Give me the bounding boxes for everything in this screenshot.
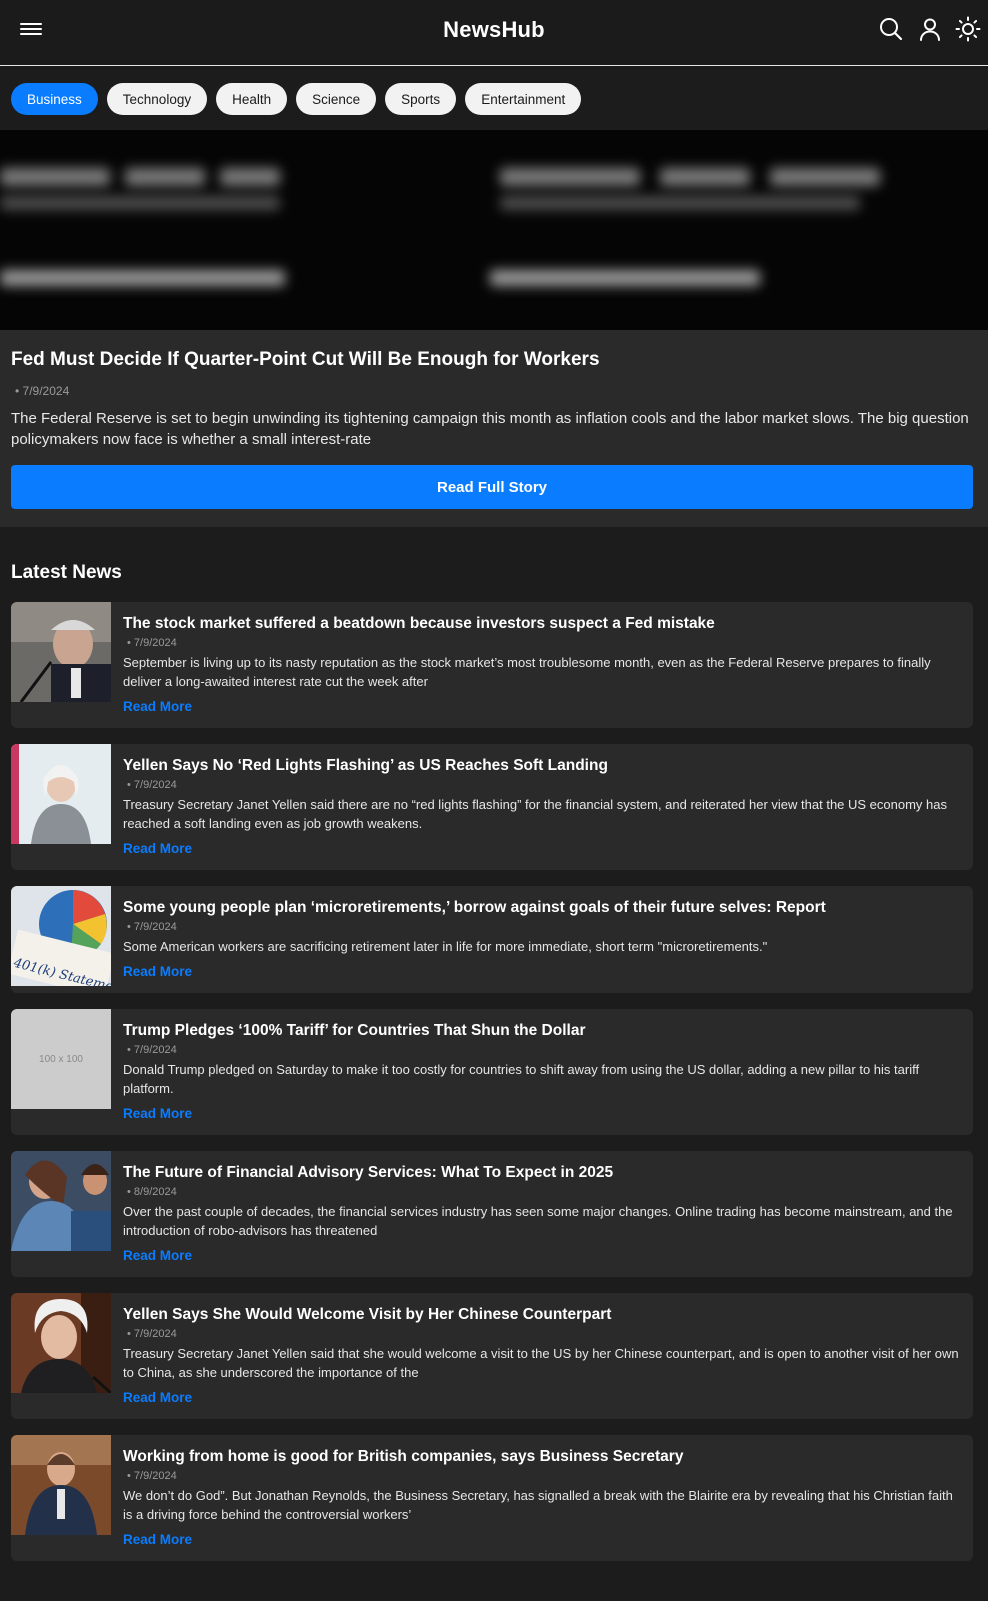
featured-title[interactable]: Fed Must Decide If Quarter-Point Cut Wil…	[11, 349, 600, 371]
tab-technology[interactable]: Technology	[106, 83, 208, 115]
article-thumbnail[interactable]: 401(k) Statement	[11, 886, 111, 986]
article-title[interactable]: Yellen Says No ‘Red Lights Flashing’ as …	[123, 756, 959, 776]
list-item[interactable]: The Future of Financial Advisory Service…	[11, 1151, 973, 1277]
article-description: September is living up to its nasty repu…	[123, 655, 931, 689]
article-description: Treasury Secretary Janet Yellen said the…	[123, 797, 948, 831]
article-thumbnail[interactable]	[11, 602, 111, 702]
article-date: • 7/9/2024	[127, 1044, 177, 1056]
app-header: NewsHub	[0, 0, 988, 66]
tab-business[interactable]: Business	[11, 83, 98, 115]
article-date: • 7/9/2024	[127, 1328, 177, 1340]
latest-news-heading: Latest News	[11, 562, 122, 583]
article-title[interactable]: Yellen Says She Would Welcome Visit by H…	[123, 1305, 959, 1325]
read-more-link[interactable]: Read More	[123, 1532, 192, 1547]
article-title[interactable]: Trump Pledges ‘100% Tariff’ for Countrie…	[123, 1021, 959, 1041]
tab-sports[interactable]: Sports	[385, 83, 457, 115]
article-date: • 7/9/2024	[127, 921, 177, 933]
article-title[interactable]: The stock market suffered a beatdown bec…	[123, 614, 959, 634]
article-thumbnail[interactable]	[11, 1293, 111, 1393]
article-description: Over the past couple of decades, the fin…	[123, 1204, 953, 1238]
article-thumbnail[interactable]	[11, 1435, 111, 1535]
read-more-link[interactable]: Read More	[123, 964, 192, 979]
read-more-link[interactable]: Read More	[123, 1248, 192, 1263]
article-thumbnail[interactable]	[11, 744, 111, 844]
article-title[interactable]: Some young people plan ‘microretirements…	[123, 898, 959, 918]
article-thumbnail-placeholder[interactable]: 100 x 100	[11, 1009, 111, 1109]
article-description: We don’t do God”. But Jonathan Reynolds,…	[123, 1488, 953, 1522]
read-more-link[interactable]: Read More	[123, 1390, 192, 1405]
app-title: NewsHub	[443, 17, 545, 42]
article-title[interactable]: Working from home is good for British co…	[123, 1447, 959, 1467]
read-more-link[interactable]: Read More	[123, 1106, 192, 1121]
read-more-link[interactable]: Read More	[123, 841, 192, 856]
tab-science[interactable]: Science	[296, 83, 377, 115]
featured-description: The Federal Reserve is set to begin unwi…	[11, 410, 969, 448]
featured-story: Fed Must Decide If Quarter-Point Cut Wil…	[0, 130, 988, 527]
article-date: • 7/9/2024	[127, 1470, 177, 1482]
menu-icon[interactable]	[20, 20, 42, 40]
article-title[interactable]: The Future of Financial Advisory Service…	[123, 1163, 959, 1183]
list-item[interactable]: Working from home is good for British co…	[11, 1435, 973, 1561]
news-list: The stock market suffered a beatdown bec…	[11, 602, 973, 1577]
article-date: • 7/9/2024	[127, 637, 177, 649]
article-description: Donald Trump pledged on Saturday to make…	[123, 1062, 920, 1096]
read-full-story-button[interactable]: Read Full Story	[11, 465, 973, 509]
featured-image[interactable]	[0, 130, 988, 330]
list-item[interactable]: 100 x 100 Trump Pledges ‘100% Tariff’ fo…	[11, 1009, 973, 1135]
article-thumbnail[interactable]	[11, 1151, 111, 1251]
list-item[interactable]: The stock market suffered a beatdown bec…	[11, 602, 973, 728]
tab-entertainment[interactable]: Entertainment	[465, 83, 582, 115]
article-description: Treasury Secretary Janet Yellen said tha…	[123, 1346, 959, 1380]
category-tabs: Business Technology Health Science Sport…	[11, 83, 582, 115]
list-item[interactable]: Yellen Says No ‘Red Lights Flashing’ as …	[11, 744, 973, 870]
article-date: • 8/9/2024	[127, 1186, 177, 1198]
list-item[interactable]: Yellen Says She Would Welcome Visit by H…	[11, 1293, 973, 1419]
list-item[interactable]: 401(k) Statement Some young people plan …	[11, 886, 973, 993]
featured-date: • 7/9/2024	[15, 384, 70, 398]
user-icon[interactable]	[917, 16, 943, 42]
tab-health[interactable]: Health	[216, 83, 288, 115]
sun-icon[interactable]	[955, 16, 981, 42]
article-description: Some American workers are sacrificing re…	[123, 939, 768, 954]
article-date: • 7/9/2024	[127, 779, 177, 791]
read-more-link[interactable]: Read More	[123, 699, 192, 714]
search-icon[interactable]	[878, 16, 904, 42]
